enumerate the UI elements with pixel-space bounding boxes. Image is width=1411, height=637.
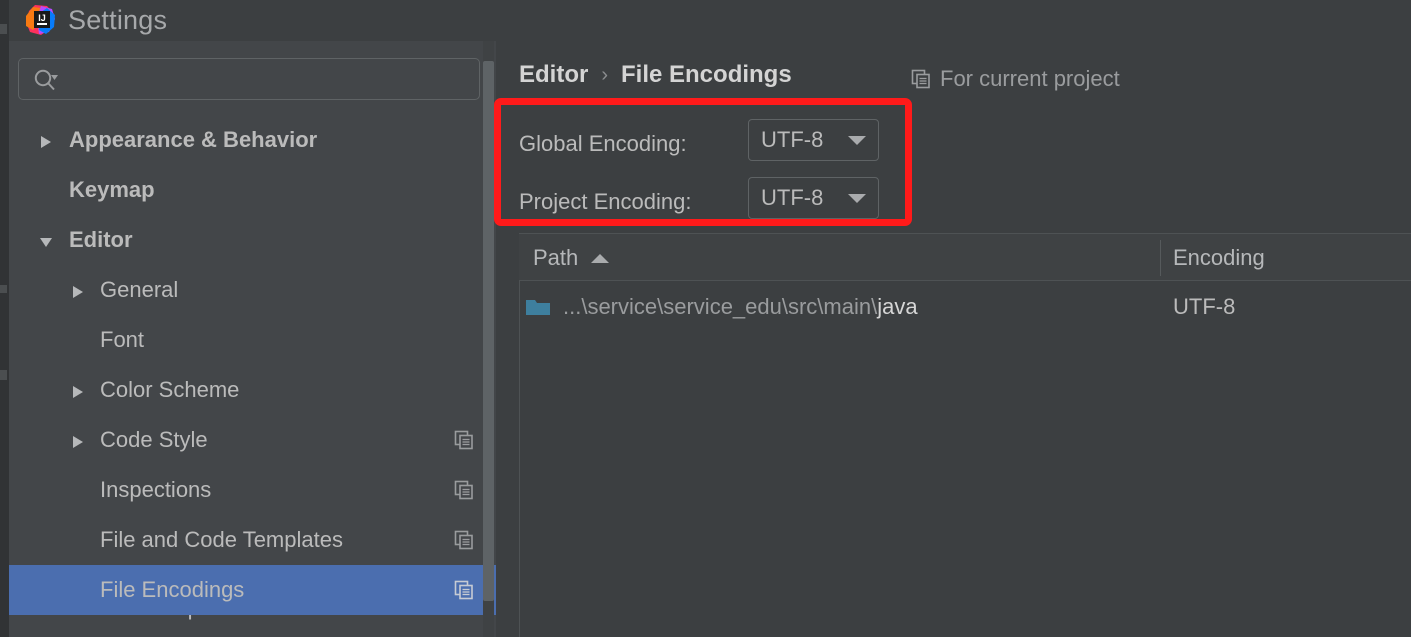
project-encoding-row: Project Encoding: [519, 181, 691, 223]
settings-dialog: IJ Settings Appearance & Behavior Keymap… [0, 0, 1411, 637]
chevron-right-icon[interactable] [37, 131, 55, 149]
breadcrumb-parent[interactable]: Editor [519, 61, 588, 89]
chevron-down-icon[interactable] [848, 135, 866, 145]
search-icon [33, 68, 59, 92]
column-header-encoding-label: Encoding [1173, 245, 1265, 270]
sidebar-item-label: File and Code Templates [100, 527, 343, 552]
path-prefix: ...\service\service_edu\src\main\ [563, 294, 878, 319]
dialog-title-bar: IJ Settings [9, 0, 1411, 41]
sidebar-item-label: Font [100, 327, 145, 352]
sidebar-item-label: File Encodings [100, 577, 245, 602]
column-header-encoding[interactable]: Encoding [1173, 234, 1265, 282]
sidebar-item-label: Appearance & Behavior [69, 127, 318, 152]
project-scope-icon [454, 530, 474, 550]
table-cell-encoding: UTF-8 [1173, 294, 1236, 319]
chevron-right-icon[interactable] [69, 281, 87, 299]
sidebar-item-file-and-code-templates[interactable]: File and Code Templates [9, 515, 496, 565]
chevron-right-icon[interactable] [69, 381, 87, 399]
table-cell-path: ...\service\service_edu\src\main\java [563, 294, 918, 320]
sidebar-item-label: Code Style [100, 427, 208, 452]
breadcrumb-current: File Encodings [621, 61, 792, 88]
chevron-down-icon[interactable] [37, 231, 55, 249]
global-encoding-dropdown[interactable]: UTF-8 [748, 119, 879, 161]
global-encoding-label: Global Encoding: [519, 131, 687, 156]
search-field[interactable] [18, 58, 480, 100]
sidebar-item-general[interactable]: General [9, 265, 496, 315]
sidebar-scrollbar-thumb[interactable] [483, 61, 494, 601]
project-encoding-label: Project Encoding: [519, 189, 692, 214]
dialog-title: Settings [68, 5, 168, 35]
breadcrumb-separator: › [601, 63, 608, 86]
column-header-path[interactable]: Path [533, 234, 610, 282]
folder-icon [525, 296, 551, 318]
project-scope-icon [454, 480, 474, 500]
path-leaf: java [877, 294, 918, 319]
breadcrumb: Editor › File Encodings [519, 58, 792, 92]
background-fragment [0, 285, 7, 293]
sidebar-item-inspections[interactable]: Inspections [9, 465, 496, 515]
background-fragment [0, 370, 7, 380]
project-scope-icon [454, 580, 474, 600]
settings-sidebar: Appearance & Behavior Keymap Editor Gene… [9, 41, 496, 637]
settings-tree: Appearance & Behavior Keymap Editor Gene… [9, 115, 496, 637]
column-header-path-label: Path [533, 245, 579, 270]
sidebar-item-live-templates[interactable]: Live Templates [9, 615, 496, 637]
sidebar-item-label: Inspections [100, 477, 212, 502]
copy-documents-icon [911, 69, 931, 89]
project-scope-icon [454, 430, 474, 450]
sidebar-item-appearance-behavior[interactable]: Appearance & Behavior [9, 115, 496, 165]
sidebar-item-label: General [100, 277, 179, 302]
sidebar-item-color-scheme[interactable]: Color Scheme [9, 365, 496, 415]
sidebar-item-keymap[interactable]: Keymap [9, 165, 496, 215]
global-encoding-row: Global Encoding: [519, 123, 687, 165]
sidebar-item-code-style[interactable]: Code Style [9, 415, 496, 465]
project-encoding-value: UTF-8 [761, 185, 824, 210]
sort-ascending-icon [591, 253, 610, 263]
table-row[interactable]: ...\service\service_edu\src\main\java UT… [519, 281, 1411, 333]
table-header: Path Encoding [519, 233, 1411, 281]
search-input[interactable] [67, 59, 471, 99]
scope-label-text: For current project [940, 66, 1120, 91]
global-encoding-value: UTF-8 [761, 127, 824, 152]
sidebar-item-label: Live Templates [100, 615, 246, 621]
chevron-down-icon[interactable] [848, 193, 866, 203]
intellij-idea-logo-icon: IJ [21, 2, 57, 38]
background-window-strip [0, 0, 9, 637]
chevron-right-icon[interactable] [69, 431, 87, 449]
sidebar-item-font[interactable]: Font [9, 315, 496, 365]
sidebar-item-label: Keymap [69, 177, 155, 202]
column-divider[interactable] [1160, 240, 1161, 276]
table-body-border [519, 281, 520, 637]
svg-text:IJ: IJ [38, 13, 46, 23]
background-fragment [0, 24, 7, 34]
sidebar-item-label: Color Scheme [100, 377, 240, 402]
file-encodings-table: Path Encoding ...\service\service_edu\sr… [519, 233, 1411, 637]
for-current-project-label: For current project [911, 63, 1120, 95]
project-encoding-dropdown[interactable]: UTF-8 [748, 177, 879, 219]
sidebar-item-file-encodings[interactable]: File Encodings [9, 565, 496, 615]
sidebar-item-label: Editor [69, 227, 133, 252]
sidebar-item-editor[interactable]: Editor [9, 215, 496, 265]
